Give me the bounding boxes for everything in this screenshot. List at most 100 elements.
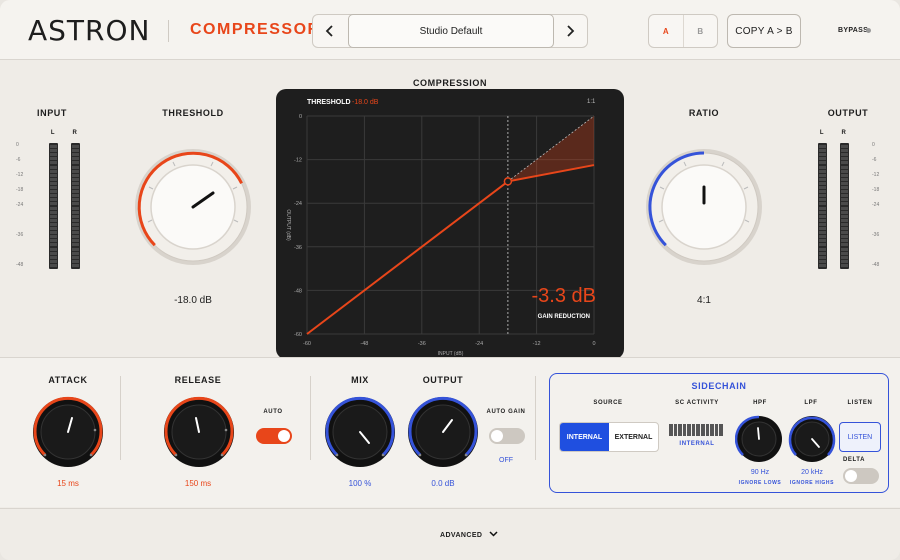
hpf-knob[interactable] [735, 415, 783, 463]
mix-value: 100 % [348, 479, 372, 488]
x-tick-label: 0 [592, 341, 595, 347]
output-gain-label: OUTPUT [422, 375, 464, 385]
header-divider [168, 20, 169, 42]
hpf-note: IGNORE LOWS [738, 480, 782, 486]
ab-a-button[interactable]: A [649, 15, 684, 47]
output-meter-left [818, 143, 827, 269]
compression-title: COMPRESSION [412, 78, 488, 88]
lpf-label: LPF [804, 400, 818, 406]
meter-scale-tick: -18 [16, 187, 24, 193]
bypass-label[interactable]: BYPASS [838, 27, 868, 34]
ab-switch: A B [648, 14, 718, 48]
chevron-right-icon [567, 25, 575, 37]
meter-scale-tick: 0 [872, 142, 875, 148]
output-meter-r-label: R [841, 130, 847, 136]
input-meter-r-label: R [72, 130, 78, 136]
release-value: 150 ms [184, 479, 212, 488]
sc-source-internal[interactable]: INTERNAL [560, 423, 609, 451]
listen-label: LISTEN [847, 400, 873, 406]
divider-1 [120, 376, 121, 460]
meter-scale-tick: -48 [872, 262, 880, 268]
meter-scale-tick: -18 [872, 187, 880, 193]
preset-prev-button[interactable] [313, 15, 347, 47]
plugin-window: ASTRON COMPRESSOR Studio Default A B COP… [0, 0, 900, 560]
meter-scale-tick: -48 [16, 262, 24, 268]
listen-button[interactable]: LISTEN [839, 422, 881, 452]
y-tick-label: -12 [294, 158, 302, 164]
threshold-knee-point [503, 177, 513, 186]
auto-gain-toggle[interactable] [489, 428, 525, 444]
chevron-left-icon [325, 25, 333, 37]
input-meter-left [49, 143, 58, 269]
copy-a-to-b-button[interactable]: COPY A > B [727, 14, 801, 48]
meter-scale-tick: -12 [16, 172, 24, 178]
meter-scale-tick: -24 [16, 202, 24, 208]
graph-threshold-value: -18.0 dB [352, 99, 379, 106]
ratio-knob[interactable] [644, 147, 764, 273]
lpf-note: IGNORE HIGHS [789, 480, 835, 486]
advanced-button[interactable]: ADVANCED [440, 531, 498, 539]
bypass-indicator[interactable] [866, 28, 871, 33]
sc-source-selector: INTERNAL EXTERNAL [559, 422, 659, 452]
delta-label: DELTA [842, 457, 866, 463]
product-name: COMPRESSOR [190, 21, 321, 38]
x-tick-label: -36 [418, 341, 426, 347]
x-tick-label: -12 [533, 341, 541, 347]
output-meter-l-label: L [819, 130, 825, 136]
meter-scale-tick: -12 [872, 172, 880, 178]
compression-graph-panel: -60 -48 -36 -24 -12 0 0 -12 -24 -36 -48 -60 INPUT (d… [276, 89, 624, 359]
chevron-down-icon [489, 531, 498, 537]
y-tick-label: -36 [294, 245, 302, 251]
sc-source-label: SOURCE [593, 400, 623, 406]
advanced-label: ADVANCED [440, 532, 483, 539]
ratio-value: 4:1 [697, 295, 711, 306]
attack-knob[interactable] [32, 396, 104, 468]
release-label: RELEASE [174, 375, 222, 385]
hpf-label: HPF [753, 400, 767, 406]
svg-text:ASTRON: ASTRON [28, 14, 150, 47]
y-tick-label: -48 [294, 288, 302, 294]
meter-scale-tick: 0 [16, 142, 19, 148]
input-label: INPUT [37, 108, 67, 118]
x-tick-label: -48 [360, 341, 368, 347]
ratio-label: RATIO [688, 108, 720, 118]
meter-scale-tick: -36 [16, 232, 24, 238]
preset-next-button[interactable] [553, 15, 587, 47]
threshold-knob[interactable] [133, 147, 253, 273]
threshold-label: THRESHOLD [162, 108, 224, 118]
gain-reduction-value: -3.3 dB [531, 285, 596, 307]
sc-activity-meter [669, 424, 723, 436]
sc-activity-label: SC ACTIVITY [675, 400, 719, 406]
y-tick-label: -60 [294, 332, 302, 338]
sc-activity-value: INTERNAL [679, 441, 715, 447]
y-tick-label: 0 [299, 114, 302, 120]
ratio-reference-label: 1:1 [587, 99, 596, 105]
preset-name-field[interactable]: Studio Default [348, 14, 554, 48]
attack-value: 15 ms [57, 479, 79, 488]
sc-source-external[interactable]: EXTERNAL [609, 423, 658, 451]
output-gain-knob[interactable] [407, 396, 479, 468]
ab-b-button[interactable]: B [684, 15, 718, 47]
meter-scale-tick: -6 [16, 157, 21, 163]
input-meter-right [71, 143, 80, 269]
attack-label: ATTACK [48, 375, 88, 385]
threshold-value: -18.0 dB [174, 295, 212, 306]
input-meter-l-label: L [50, 130, 56, 136]
delta-toggle[interactable] [843, 468, 879, 484]
release-knob[interactable] [163, 396, 235, 468]
x-tick-label: -24 [475, 341, 483, 347]
meter-scale-tick: -36 [872, 232, 880, 238]
auto-gain-label: AUTO GAIN [486, 409, 526, 415]
auto-gain-state: OFF [499, 457, 513, 464]
meter-scale-tick: -24 [872, 202, 880, 208]
transfer-curve-line [306, 164, 595, 335]
meter-scale-tick: -6 [872, 157, 877, 163]
mix-knob[interactable] [324, 396, 396, 468]
output-meter-right [840, 143, 849, 269]
divider-2 [310, 376, 311, 460]
gain-reduction-label: GAIN REDUCTION [537, 314, 590, 320]
lpf-knob[interactable] [788, 415, 836, 463]
release-auto-toggle[interactable] [256, 428, 292, 444]
preset-selector: Studio Default [312, 14, 588, 48]
release-auto-label: AUTO [263, 409, 283, 415]
